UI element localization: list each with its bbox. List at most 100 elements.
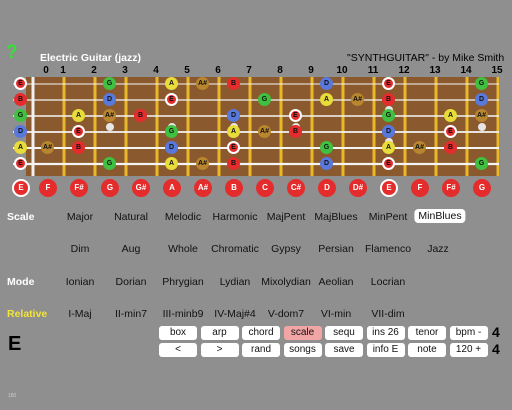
fretboard-note[interactable]: A bbox=[165, 157, 178, 170]
key-button[interactable]: D bbox=[318, 179, 336, 197]
fretboard-note[interactable]: B bbox=[72, 141, 85, 154]
key-button[interactable]: G bbox=[473, 179, 491, 197]
fretboard-note[interactable]: A bbox=[320, 93, 333, 106]
fretboard-note[interactable]: A# bbox=[413, 141, 426, 154]
scale-option[interactable]: Natural bbox=[114, 211, 148, 223]
fretboard-note[interactable]: G bbox=[475, 157, 488, 170]
scale-option[interactable]: Melodic bbox=[165, 211, 201, 223]
fretboard-note[interactable]: A bbox=[165, 77, 178, 90]
fretboard-note[interactable]: E bbox=[382, 157, 395, 170]
control-button[interactable]: save bbox=[325, 343, 363, 357]
key-button[interactable]: E bbox=[380, 179, 398, 197]
open-string-note[interactable]: E bbox=[14, 157, 27, 170]
open-string-note[interactable]: B bbox=[14, 93, 27, 106]
open-string-note[interactable]: G bbox=[14, 109, 27, 122]
key-button[interactable]: F# bbox=[442, 179, 460, 197]
fretboard-note[interactable]: D bbox=[165, 141, 178, 154]
scale-option[interactable]: Dim bbox=[71, 243, 90, 255]
key-button[interactable]: G# bbox=[132, 179, 150, 197]
fretboard-note[interactable]: A# bbox=[475, 109, 488, 122]
fretboard-note[interactable]: E bbox=[382, 77, 395, 90]
scale-option[interactable]: Harmonic bbox=[213, 211, 258, 223]
scale-option[interactable]: Jazz bbox=[427, 243, 449, 255]
fretboard-note[interactable]: A# bbox=[196, 77, 209, 90]
mode-option[interactable]: Ionian bbox=[66, 276, 95, 288]
scale-option[interactable]: MinPent bbox=[369, 211, 408, 223]
scale-option[interactable]: Chromatic bbox=[211, 243, 259, 255]
mode-option[interactable]: Lydian bbox=[220, 276, 251, 288]
fretboard-note[interactable]: E bbox=[444, 125, 457, 138]
scale-option[interactable]: Whole bbox=[168, 243, 198, 255]
control-button[interactable]: songs bbox=[283, 343, 322, 357]
fretboard-note[interactable]: D bbox=[475, 93, 488, 106]
mode-option[interactable]: Aeolian bbox=[318, 276, 353, 288]
fretboard-note[interactable]: A# bbox=[41, 141, 54, 154]
fretboard-note[interactable]: A# bbox=[103, 109, 116, 122]
fretboard-note[interactable]: G bbox=[103, 77, 116, 90]
relative-chord-option[interactable]: I-Maj bbox=[68, 308, 91, 320]
relative-chord-option[interactable]: VI-min bbox=[321, 308, 351, 320]
fretboard-note[interactable]: G bbox=[382, 109, 395, 122]
key-button[interactable]: F bbox=[411, 179, 429, 197]
control-button[interactable]: > bbox=[200, 343, 239, 357]
fretboard-note[interactable]: G bbox=[258, 93, 271, 106]
key-button[interactable]: F# bbox=[70, 179, 88, 197]
fretboard-note[interactable]: G bbox=[320, 141, 333, 154]
relative-chord-option[interactable]: II-min7 bbox=[115, 308, 147, 320]
fretboard-note[interactable]: D bbox=[103, 93, 116, 106]
fretboard-note[interactable]: A# bbox=[196, 157, 209, 170]
mode-option[interactable]: Phrygian bbox=[162, 276, 203, 288]
scale-option[interactable]: Persian bbox=[318, 243, 354, 255]
key-button[interactable]: E bbox=[12, 179, 30, 197]
fretboard-note[interactable]: D bbox=[320, 77, 333, 90]
fretboard-note[interactable]: A# bbox=[258, 125, 271, 138]
key-button[interactable]: C bbox=[256, 179, 274, 197]
relative-chord-option[interactable]: IV-Maj#4 bbox=[214, 308, 255, 320]
key-button[interactable]: A# bbox=[194, 179, 212, 197]
key-button[interactable]: B bbox=[225, 179, 243, 197]
fretboard-note[interactable]: G bbox=[103, 157, 116, 170]
control-button[interactable]: rand bbox=[242, 343, 280, 357]
mode-option[interactable]: Dorian bbox=[116, 276, 147, 288]
fretboard-note[interactable]: A bbox=[227, 125, 240, 138]
control-button[interactable]: info E bbox=[366, 343, 405, 357]
fretboard-note[interactable]: A bbox=[444, 109, 457, 122]
control-button[interactable]: bpm - bbox=[449, 326, 488, 340]
key-button[interactable]: D# bbox=[349, 179, 367, 197]
fretboard-note[interactable]: D bbox=[227, 109, 240, 122]
open-string-note[interactable]: E bbox=[14, 77, 27, 90]
control-button[interactable]: tenor bbox=[408, 326, 446, 340]
fretboard-note[interactable]: E bbox=[72, 125, 85, 138]
relative-chord-option[interactable]: V-dom7 bbox=[268, 308, 304, 320]
scale-option[interactable]: MinBlues bbox=[414, 209, 466, 223]
open-string-note[interactable]: D bbox=[14, 125, 27, 138]
control-button[interactable]: box bbox=[159, 326, 197, 340]
control-button[interactable]: chord bbox=[242, 326, 280, 340]
control-button[interactable]: arp bbox=[200, 326, 239, 340]
control-button[interactable]: note bbox=[408, 343, 446, 357]
control-button[interactable]: 120 + bbox=[449, 343, 488, 357]
fretboard-note[interactable]: A bbox=[382, 141, 395, 154]
fretboard-note[interactable]: A# bbox=[351, 93, 364, 106]
relative-chord-option[interactable]: VII-dim bbox=[371, 308, 404, 320]
fretboard-note[interactable]: E bbox=[227, 141, 240, 154]
fretboard-note[interactable]: B bbox=[289, 125, 302, 138]
fretboard-note[interactable]: B bbox=[382, 93, 395, 106]
fretboard-note[interactable]: B bbox=[134, 109, 147, 122]
key-button[interactable]: C# bbox=[287, 179, 305, 197]
open-string-note[interactable]: A bbox=[14, 141, 27, 154]
help-button[interactable]: ? bbox=[6, 42, 18, 64]
fretboard-note[interactable]: D bbox=[320, 157, 333, 170]
control-button[interactable]: scale bbox=[283, 326, 322, 340]
scale-option[interactable]: MajPent bbox=[267, 211, 306, 223]
control-button[interactable]: sequ bbox=[325, 326, 363, 340]
control-button[interactable]: ins 26 bbox=[366, 326, 405, 340]
fretboard-note[interactable]: E bbox=[289, 109, 302, 122]
scale-option[interactable]: Flamenco bbox=[365, 243, 411, 255]
control-button[interactable]: < bbox=[159, 343, 197, 357]
key-button[interactable]: G bbox=[101, 179, 119, 197]
scale-option[interactable]: Aug bbox=[122, 243, 141, 255]
scale-option[interactable]: Gypsy bbox=[271, 243, 301, 255]
mode-option[interactable]: Mixolydian bbox=[261, 276, 311, 288]
fretboard-note[interactable]: A bbox=[72, 109, 85, 122]
